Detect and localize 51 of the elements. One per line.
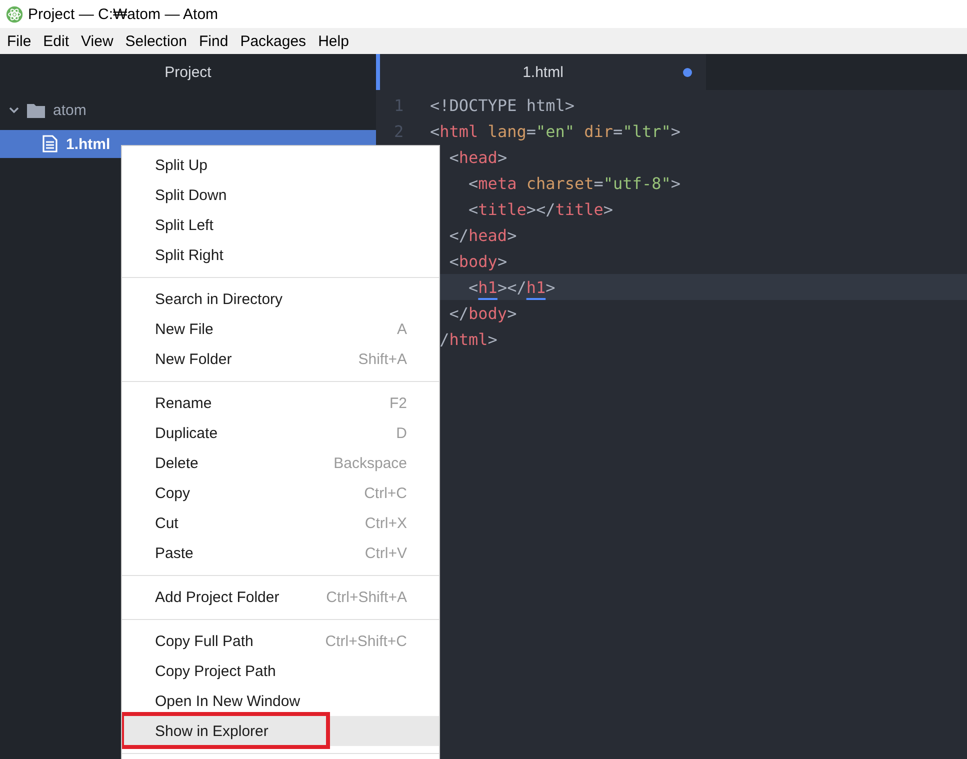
- shortcut-label: Ctrl+X: [364, 514, 407, 532]
- shortcut-label: Backspace: [334, 454, 407, 472]
- menu-item[interactable]: Find: [193, 32, 234, 50]
- app-logo-icon: [6, 6, 23, 22]
- code-line: <!DOCTYPE html>: [430, 96, 574, 114]
- menu-item[interactable]: Cut Ctrl+X: [122, 508, 439, 538]
- menu-item[interactable]: Add Project Folder Ctrl+Shift+A: [122, 582, 439, 612]
- menu-item[interactable]: File: [1, 32, 38, 50]
- menu-item[interactable]: New File A: [122, 314, 439, 344]
- menu-item[interactable]: Split Down: [122, 180, 439, 210]
- folder-icon: [27, 102, 45, 118]
- shortcut-label: Ctrl+Shift+C: [325, 632, 407, 650]
- shortcut-label: D: [396, 424, 407, 442]
- shortcut-label: Ctrl+V: [364, 544, 407, 562]
- shortcut-label: A: [396, 320, 407, 338]
- menu-item[interactable]: View: [75, 32, 120, 50]
- menu-item[interactable]: Help: [312, 32, 355, 50]
- menu-item[interactable]: Copy Full Path Ctrl+Shift+C: [122, 626, 439, 656]
- menu-item[interactable]: Rename F2: [122, 388, 439, 418]
- menu-item[interactable]: Packages: [234, 32, 312, 50]
- code-line: <h1></h1>: [468, 278, 556, 296]
- menu-item[interactable]: Paste Ctrl+V: [122, 538, 439, 568]
- menu-item[interactable]: Duplicate D: [122, 418, 439, 448]
- menu-item[interactable]: New Folder Shift+A: [122, 344, 439, 374]
- code-line: <title></title>: [468, 200, 614, 218]
- shortcut-label: Shift+A: [358, 350, 407, 368]
- editor-tab[interactable]: 1.html: [376, 54, 706, 90]
- menu-item[interactable]: Edit: [37, 32, 76, 50]
- menu-item[interactable]: Open In New Window: [122, 686, 439, 716]
- code-line: <body>: [448, 252, 508, 270]
- menu-item[interactable]: Delete Backspace: [122, 448, 439, 478]
- file-icon: [42, 135, 58, 153]
- code-line: <html lang="en" dir="ltr">: [430, 122, 680, 140]
- shortcut-label: F2: [389, 394, 407, 412]
- code-line: </head>: [448, 226, 517, 244]
- menu-item[interactable]: Selection: [119, 32, 193, 50]
- folder-name[interactable]: atom: [53, 102, 86, 118]
- panel-title: Project: [164, 64, 212, 80]
- shortcut-label: Ctrl+C: [364, 484, 407, 502]
- code-line: /html>: [438, 330, 498, 348]
- menu-item[interactable]: Split Right: [122, 240, 439, 270]
- menu-item[interactable]: Search in Directory: [122, 284, 439, 314]
- window-title: Project — C:₩atom — Atom: [28, 6, 218, 22]
- menu-item[interactable]: Copy Project Path: [122, 656, 439, 686]
- menu-item[interactable]: Copy Ctrl+C: [122, 478, 439, 508]
- chevron-down-icon[interactable]: [9, 106, 19, 114]
- menu-item[interactable]: Split Left: [122, 210, 439, 240]
- code-line: <head>: [448, 148, 508, 166]
- code-line: </body>: [448, 304, 517, 322]
- code-line: <meta charset="utf-8">: [468, 174, 680, 192]
- shortcut-label: Ctrl+Shift+A: [326, 588, 407, 606]
